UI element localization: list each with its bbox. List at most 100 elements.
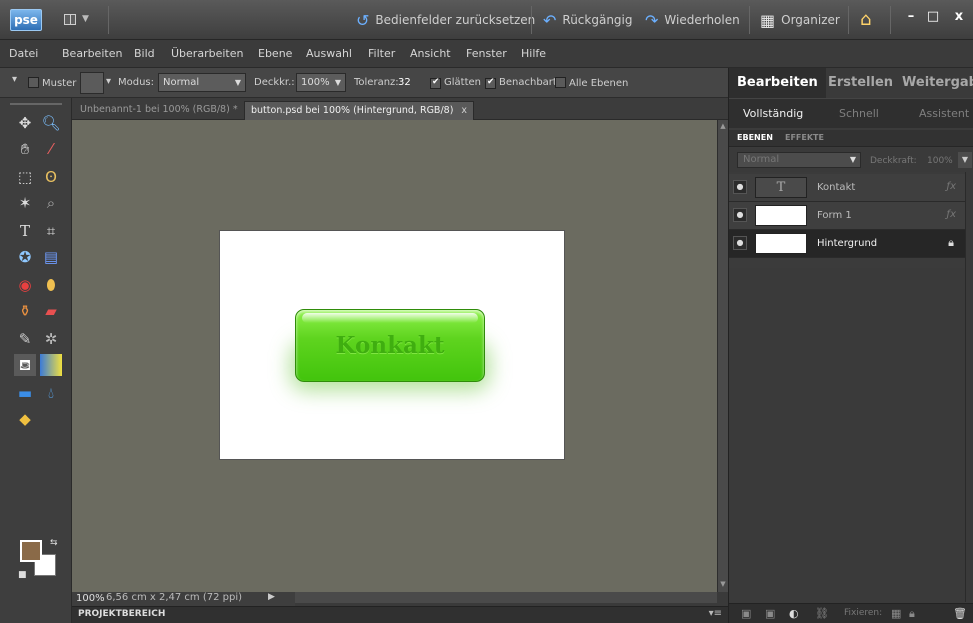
menu-bild[interactable]: Bild [134, 47, 155, 60]
tool-preset-icon[interactable]: ▾ [12, 74, 17, 85]
contiguous-option[interactable]: Benachbart [485, 77, 557, 89]
sponge-tool-icon[interactable]: ◆ [14, 408, 36, 430]
tab-erstellen[interactable]: Erstellen [828, 68, 893, 98]
gradient-tool-icon[interactable] [40, 354, 62, 376]
opacity-field[interactable]: 100% ▼ [296, 73, 346, 92]
link-icon[interactable]: ⛓ [815, 607, 829, 620]
clone-stamp-tool-icon[interactable]: ⚱ [14, 300, 36, 322]
layer-row-hintergrund[interactable]: ● Hintergrund 🔒︎ [729, 230, 973, 258]
layer-opacity-value[interactable]: 100% [927, 156, 953, 166]
swap-colors-icon[interactable]: ⇆ [50, 538, 58, 548]
tab-bearbeiten[interactable]: Bearbeiten [729, 68, 826, 98]
menu-ebene[interactable]: Ebene [258, 47, 292, 60]
blur-tool-icon[interactable]: 💧︎ [40, 382, 62, 404]
all-layers-option[interactable]: Alle Ebenen [555, 77, 628, 89]
fx-icon[interactable]: ƒx [947, 181, 956, 192]
eye-icon[interactable]: ● [733, 236, 747, 250]
cookie-cutter-tool-icon[interactable]: ✪ [14, 246, 36, 268]
doc-tab-unbenannt[interactable]: Unbenannt-1 bei 100% (RGB/8) *x [74, 101, 257, 120]
zoom-tool-icon[interactable]: 🔍︎ [40, 112, 62, 134]
zoom-level[interactable]: 100% [76, 593, 105, 604]
pattern-swatch[interactable] [80, 72, 104, 94]
menu-datei[interactable]: Datei [9, 47, 38, 60]
scroll-up-icon[interactable]: ▲ [719, 122, 727, 132]
red-eye-tool-icon[interactable]: ◉ [14, 274, 36, 296]
shape-tool-icon[interactable]: ▬ [14, 382, 36, 404]
tolerance-value[interactable]: 32 [398, 77, 411, 88]
organizer-button[interactable]: ▦ Organizer [760, 10, 840, 30]
blend-mode-select[interactable]: Normal ▼ [737, 152, 861, 168]
doc-tab-button-psd[interactable]: button.psd bei 100% (Hintergrund, RGB/8)… [244, 101, 475, 120]
menu-hilfe[interactable]: Hilfe [521, 47, 546, 60]
tab-effekte[interactable]: EFFEKTE [785, 133, 824, 142]
contiguous-checkbox[interactable] [485, 78, 496, 89]
menu-filter[interactable]: Filter [368, 47, 395, 60]
foreground-color-swatch[interactable] [20, 540, 42, 562]
smooth-option[interactable]: Glätten [430, 77, 481, 89]
menu-bearbeiten[interactable]: Bearbeiten [62, 47, 122, 60]
lock-pixels-icon[interactable]: ▦ [891, 607, 901, 620]
maximize-button[interactable]: □ [920, 7, 946, 29]
chevron-down-icon[interactable]: ▾ [106, 76, 111, 87]
new-layer-icon[interactable]: ▣ [741, 607, 751, 620]
smart-brush-tool-icon[interactable]: ✲ [40, 328, 62, 350]
type-tool-icon[interactable]: T [14, 220, 36, 242]
scroll-down-icon[interactable]: ▼ [719, 580, 727, 590]
layout-button[interactable]: ▼ [64, 14, 98, 28]
reset-panels-label: Bedienfelder zurücksetzen [375, 13, 536, 27]
close-tab-icon[interactable]: x [461, 105, 467, 116]
subtab-assistent[interactable]: Assistent [919, 107, 969, 120]
hand-tool-icon[interactable]: ✋︎ [14, 138, 36, 160]
vertical-scrollbar[interactable]: ▲ ▼ [717, 120, 728, 592]
eye-icon[interactable]: ● [733, 180, 747, 194]
home-icon[interactable]: ⌂ [860, 9, 871, 30]
lock-all-icon[interactable]: 🔒︎ [909, 607, 915, 621]
redo-button[interactable]: ↷ Wiederholen [645, 10, 740, 30]
mask-icon[interactable]: ◐ [789, 607, 799, 620]
quick-selection-tool-icon[interactable]: ⌕ [40, 192, 62, 214]
layers-scrollbar[interactable] [965, 172, 973, 602]
image-canvas[interactable]: Konkakt [219, 230, 565, 460]
subtab-schnell[interactable]: Schnell [839, 107, 879, 120]
undo-button[interactable]: ↶ Rückgängig [543, 10, 633, 30]
paint-bucket-tool-icon[interactable]: ⛾ [14, 354, 36, 376]
healing-brush-tool-icon[interactable]: ⬮ [40, 274, 62, 296]
marquee-tool-icon[interactable]: ⬚ [14, 166, 36, 188]
eye-icon[interactable]: ● [733, 208, 747, 222]
new-adjustment-icon[interactable]: ▣ [765, 607, 775, 620]
mode-select[interactable]: Normal ▼ [158, 73, 246, 92]
document-workspace[interactable]: Konkakt [72, 120, 717, 592]
all-layers-checkbox[interactable] [555, 77, 566, 88]
menu-ueberarbeiten[interactable]: Überarbeiten [171, 47, 243, 60]
toolbox-grip[interactable] [10, 103, 62, 105]
tab-weitergabe[interactable]: Weitergab [902, 68, 973, 98]
panel-menu-icon[interactable]: ▾≡ [709, 608, 722, 619]
chevron-down-icon[interactable]: ▼ [958, 152, 972, 168]
pattern-option[interactable]: Muster [28, 77, 76, 89]
tab-ebenen[interactable]: EBENEN [737, 133, 773, 142]
fx-icon[interactable]: ƒx [947, 209, 956, 220]
subtab-vollstaendig[interactable]: Vollständig [743, 107, 803, 120]
crop-tool-icon[interactable]: ⌗ [40, 220, 62, 242]
eraser-tool-icon[interactable]: ▰ [40, 300, 62, 322]
pattern-checkbox[interactable] [28, 77, 39, 88]
menu-fenster[interactable]: Fenster [466, 47, 507, 60]
horizontal-scrollbar[interactable] [295, 592, 717, 603]
default-colors-icon[interactable]: ■ [18, 570, 27, 580]
trash-icon[interactable]: 🗑︎ [953, 607, 967, 620]
layer-row-kontakt[interactable]: ● T Kontakt ƒx [729, 174, 973, 202]
menu-auswahl[interactable]: Auswahl [306, 47, 352, 60]
menu-ansicht[interactable]: Ansicht [410, 47, 451, 60]
reset-panels-button[interactable]: ↺ Bedienfelder zurücksetzen [356, 10, 535, 30]
move-tool-icon[interactable]: ✥ [14, 112, 36, 134]
close-button[interactable]: x [946, 7, 972, 29]
smooth-checkbox[interactable] [430, 78, 441, 89]
lasso-tool-icon[interactable]: ʘ [40, 166, 62, 188]
layer-row-form-1[interactable]: ● Form 1 ƒx [729, 202, 973, 230]
project-bin-bar[interactable]: PROJEKTBEREICH ▾≡ [72, 606, 728, 623]
brush-tool-icon[interactable]: ✎ [14, 328, 36, 350]
eyedropper-tool-icon[interactable]: ⁄ [40, 138, 62, 160]
magic-wand-tool-icon[interactable]: ✶ [14, 192, 36, 214]
status-menu-icon[interactable]: ▶ [268, 592, 275, 602]
straighten-tool-icon[interactable]: ▤ [40, 246, 62, 268]
